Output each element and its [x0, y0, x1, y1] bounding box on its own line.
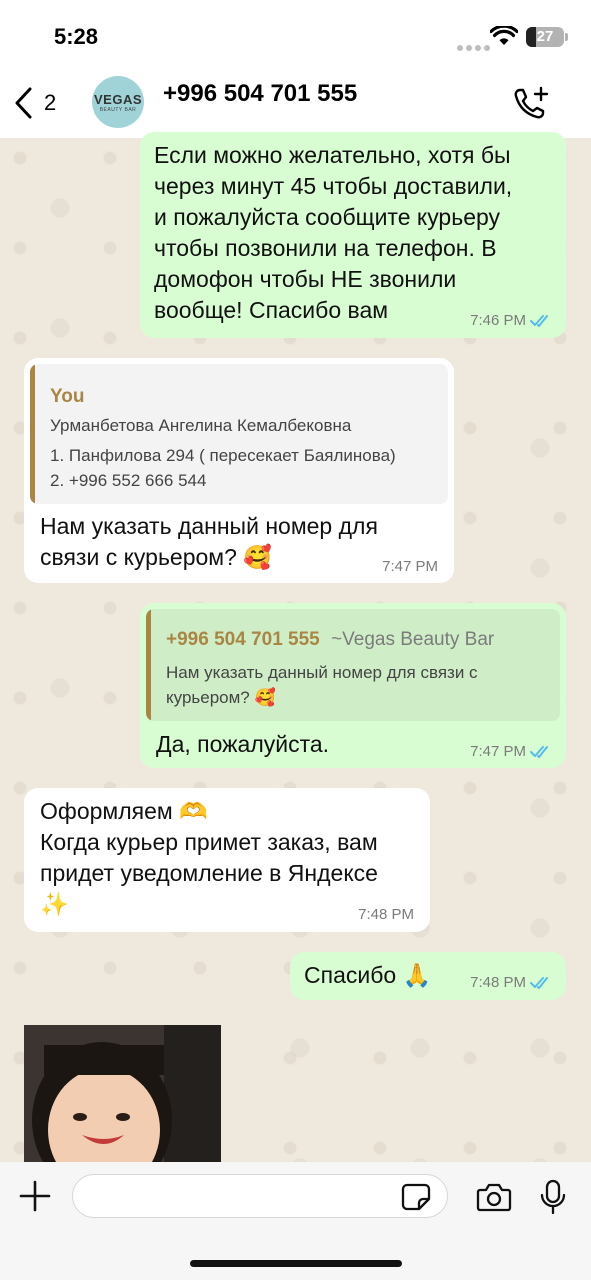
home-indicator: [190, 1260, 402, 1267]
sticker-button[interactable]: [401, 1183, 431, 1216]
message-time: 7:46 PM: [470, 312, 526, 329]
composer-bar: [0, 1162, 591, 1280]
status-bar: 5:28 27: [0, 0, 591, 70]
plus-icon: [19, 1180, 51, 1212]
quote-line: 1. Панфилова 294 ( пересекает Баялинова): [50, 446, 396, 465]
quote-line: Нам указать данный номер для связи с: [166, 663, 478, 682]
quoted-message[interactable]: You Урманбетова Ангелина Кемалбековна 1.…: [30, 364, 448, 504]
battery-fill: [526, 27, 537, 47]
message-time: 7:48 PM: [358, 906, 414, 923]
add-call-button[interactable]: [512, 86, 550, 127]
quote-line: 2. +996 552 666 544: [50, 471, 207, 490]
chat-header: 2 VEGAS BEAUTY BAR +996 504 701 555: [0, 70, 591, 138]
quote-line: курьером? 🥰: [166, 688, 276, 707]
camera-button[interactable]: [476, 1182, 512, 1217]
double-check-icon: [530, 314, 548, 327]
avatar-logo-text: VEGAS: [93, 91, 142, 107]
message-meta: 7:48 PM: [358, 906, 414, 923]
message-text: Если можно желательно, хотя бы через мин…: [154, 142, 513, 323]
message-text: Оформляем 🫶 Когда курьер примет заказ, в…: [40, 798, 378, 917]
quote-author: +996 504 701 555 ~Vegas Beauty Bar: [166, 629, 495, 650]
quote-line: Урманбетова Ангелина Кемалбековна: [50, 416, 352, 435]
quote-author-subname: ~Vegas Beauty Bar: [331, 629, 495, 650]
sticker-icon: [401, 1183, 431, 1211]
message-text: Спасибо 🙏: [304, 962, 432, 988]
quoted-message[interactable]: +996 504 701 555 ~Vegas Beauty Bar Нам у…: [146, 609, 560, 721]
microphone-icon: [540, 1179, 566, 1215]
message-time: 7:47 PM: [382, 558, 438, 575]
message-text: Нам указать данный номер для связи с кур…: [40, 513, 378, 570]
message-time: 7:47 PM: [470, 743, 526, 760]
battery-level: 27: [536, 28, 554, 45]
message-input[interactable]: [72, 1174, 448, 1218]
photo-image: [24, 1025, 221, 1162]
wifi-icon: [489, 24, 519, 51]
incoming-message[interactable]: Оформляем 🫶 Когда курьер примет заказ, в…: [24, 788, 430, 932]
contact-name[interactable]: +996 504 701 555: [163, 80, 357, 108]
outgoing-message[interactable]: +996 504 701 555 ~Vegas Beauty Bar Нам у…: [140, 603, 566, 768]
chevron-left-icon: [15, 87, 32, 119]
message-text: Да, пожалуйста.: [156, 731, 330, 757]
quote-author: You: [50, 386, 85, 407]
double-check-icon: [530, 745, 548, 758]
voice-message-button[interactable]: [540, 1179, 566, 1220]
battery-icon: 27: [526, 27, 568, 47]
message-meta: 7:46 PM: [470, 312, 552, 329]
avatar-logo-subtext: BEAUTY BAR: [99, 106, 137, 113]
outgoing-message[interactable]: Спасибо 🙏 7:48 PM: [290, 952, 566, 1000]
unread-count: 2: [44, 90, 57, 115]
camera-icon: [476, 1183, 512, 1212]
avatar[interactable]: VEGAS BEAUTY BAR: [92, 76, 144, 128]
incoming-photo[interactable]: [24, 1025, 221, 1162]
outgoing-message[interactable]: Если можно желательно, хотя бы через мин…: [140, 132, 566, 338]
double-check-icon: [530, 976, 548, 989]
cellular-signal-icon: [457, 38, 493, 56]
message-meta: 7:47 PM: [470, 743, 552, 760]
incoming-message[interactable]: You Урманбетова Ангелина Кемалбековна 1.…: [24, 358, 454, 583]
back-button[interactable]: 2: [12, 86, 56, 120]
message-time: 7:48 PM: [470, 974, 526, 991]
status-time: 5:28: [54, 24, 99, 49]
attach-button[interactable]: [18, 1179, 52, 1218]
message-meta: 7:48 PM: [470, 974, 552, 991]
message-meta: 7:47 PM: [382, 558, 438, 575]
phone-plus-icon: [514, 86, 549, 119]
